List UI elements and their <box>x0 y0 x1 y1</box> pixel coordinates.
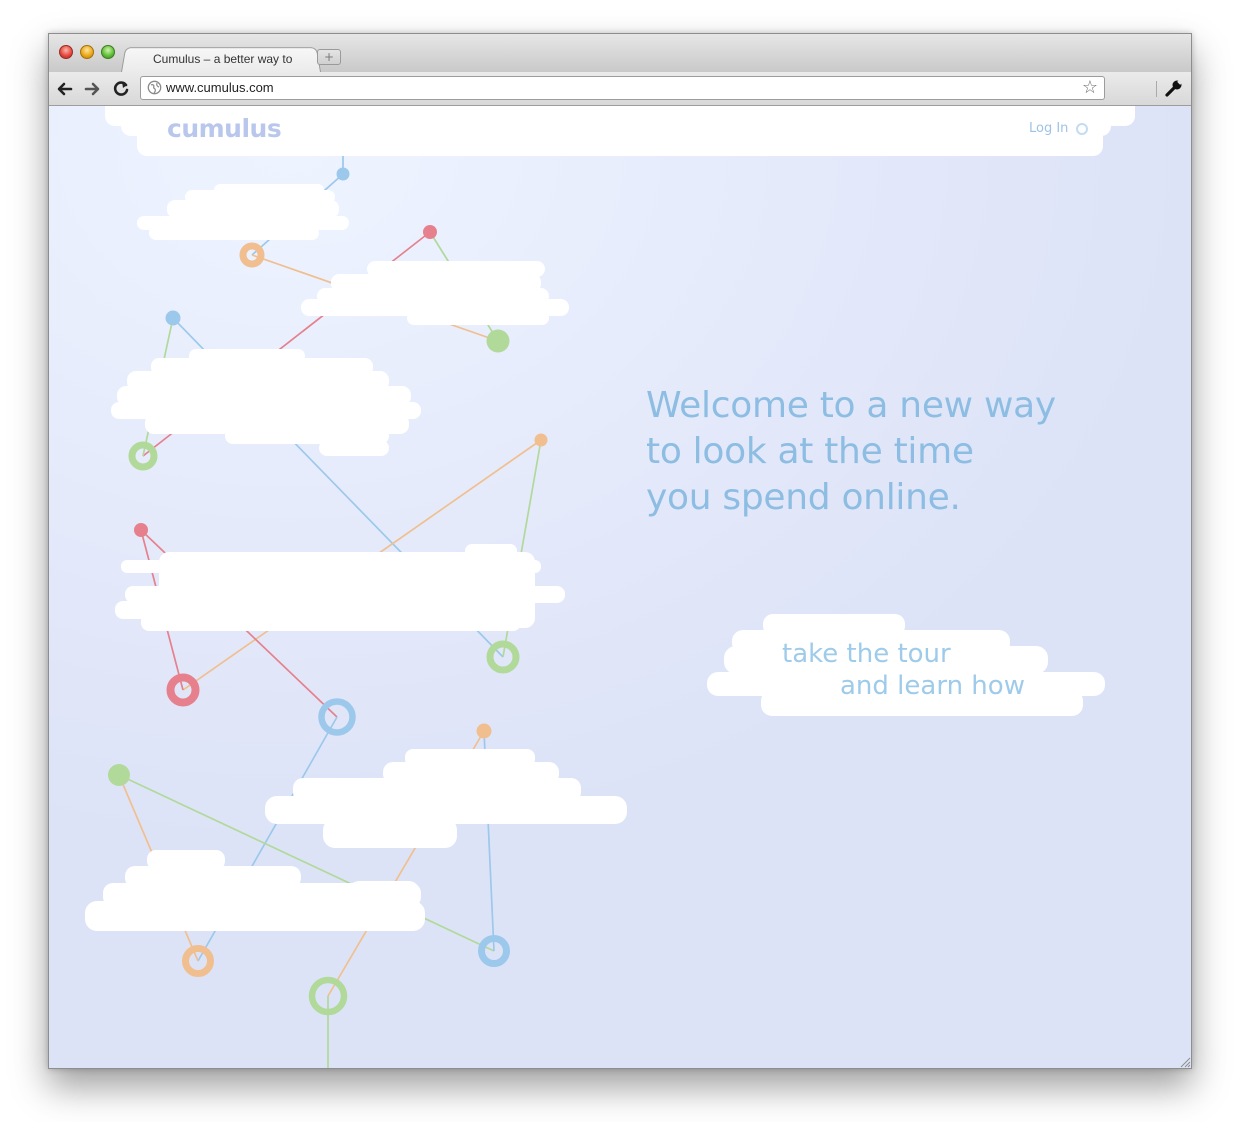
resize-grip-icon[interactable] <box>1177 1054 1191 1068</box>
toolbar-divider <box>1156 81 1157 97</box>
forward-arrow-icon <box>84 82 100 96</box>
cloud <box>111 349 421 456</box>
browser-toolbar: www.cumulus.com ☆ <box>49 72 1191 106</box>
cloud-network-illustration <box>85 106 1135 1068</box>
reload-icon <box>113 81 129 96</box>
network-clouds <box>85 184 627 931</box>
cumulus-logo[interactable]: cumulus <box>167 114 282 143</box>
new-tab-button[interactable]: + <box>317 49 341 65</box>
reload-button[interactable] <box>110 78 132 100</box>
welcome-headline: Welcome to a new way to look at the time… <box>646 383 1126 521</box>
node-dot <box>134 523 148 537</box>
node-dot <box>534 433 548 447</box>
cloud <box>265 749 627 848</box>
wrench-icon[interactable] <box>1164 78 1184 98</box>
node-dot <box>423 225 437 239</box>
page-viewport: cumulus Log In Welcome to a new way to l… <box>49 106 1191 1068</box>
minimize-window-button[interactable] <box>80 45 94 59</box>
node-dot <box>336 167 350 181</box>
node-dot <box>486 329 510 353</box>
back-arrow-icon <box>57 82 73 96</box>
globe-icon <box>147 80 162 95</box>
url-text: www.cumulus.com <box>166 80 274 95</box>
tour-link-line-2[interactable]: and learn how <box>840 671 1025 701</box>
node-dot <box>165 310 181 326</box>
back-button[interactable] <box>54 78 76 100</box>
close-window-button[interactable] <box>59 45 73 59</box>
browser-window: Cumulus – a better way to + www.cumulus.… <box>48 33 1192 1069</box>
headline-line-1: Welcome to a new way <box>646 385 1056 426</box>
title-bar: Cumulus – a better way to + <box>49 34 1191 72</box>
node-dot <box>476 723 492 739</box>
tab-title: Cumulus – a better way to <box>153 52 293 66</box>
address-bar[interactable]: www.cumulus.com ☆ <box>140 76 1105 100</box>
node-dot <box>108 764 130 786</box>
login-link[interactable]: Log In <box>1029 121 1089 136</box>
headline-line-2: to look at the time <box>646 431 974 472</box>
tour-link-line-1[interactable]: take the tour <box>782 639 951 669</box>
login-label: Log In <box>1029 121 1069 136</box>
cloud <box>137 184 349 240</box>
star-icon[interactable]: ☆ <box>1082 77 1098 98</box>
cloud <box>301 261 569 325</box>
zoom-window-button[interactable] <box>101 45 115 59</box>
login-ring-icon <box>1076 122 1089 135</box>
headline-line-3: you spend online. <box>646 477 961 518</box>
forward-button[interactable] <box>81 78 103 100</box>
cloud <box>115 544 565 631</box>
plus-icon: + <box>323 50 335 64</box>
